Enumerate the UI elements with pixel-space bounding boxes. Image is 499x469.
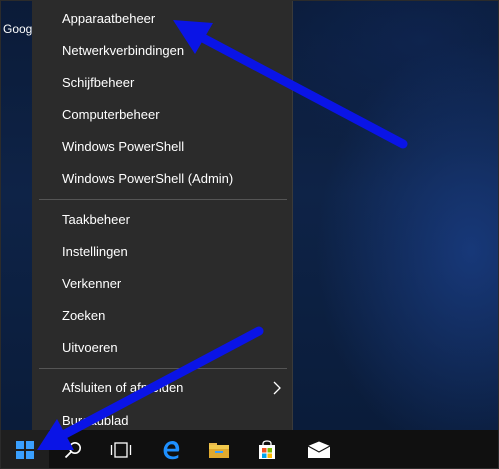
menu-item-label: Windows PowerShell (Admin): [62, 171, 234, 186]
search-icon: [64, 442, 81, 459]
mail-button[interactable]: [295, 430, 343, 468]
file-explorer-button[interactable]: [195, 430, 243, 468]
menu-item-apparaatbeheer[interactable]: Apparaatbeheer: [32, 3, 293, 35]
menu-item-label: Uitvoeren: [62, 340, 118, 355]
edge-button[interactable]: [147, 430, 195, 468]
chevron-right-icon: [273, 381, 281, 395]
menu-item-label: Verkenner: [62, 276, 122, 291]
taskbar: [1, 430, 498, 468]
menu-item-label: Instellingen: [62, 244, 128, 259]
menu-item-netwerkverbindingen[interactable]: Netwerkverbindingen: [32, 35, 293, 67]
menu-item-label: Schijfbeheer: [62, 75, 135, 90]
screenshot-frame: Goog Apparaatbeheer Netwerkverbindingen …: [0, 0, 499, 469]
menu-item-taakbeheer[interactable]: Taakbeheer: [32, 204, 293, 236]
menu-item-windows-powershell[interactable]: Windows PowerShell: [32, 131, 293, 163]
menu-item-label: Computerbeheer: [62, 107, 160, 122]
menu-separator: [39, 199, 287, 200]
menu-item-label: Afsluiten of afmelden: [62, 380, 184, 395]
menu-separator: [39, 368, 287, 369]
menu-item-uitvoeren[interactable]: Uitvoeren: [32, 332, 293, 364]
task-view-icon: [110, 442, 132, 458]
search-button[interactable]: [49, 430, 97, 468]
menu-item-computerbeheer[interactable]: Computerbeheer: [32, 99, 293, 131]
menu-item-label: Windows PowerShell: [62, 139, 185, 154]
store-icon: [259, 440, 275, 459]
menu-item-zoeken[interactable]: Zoeken: [32, 300, 293, 332]
desktop-icon-label[interactable]: Goog: [3, 22, 32, 36]
start-button[interactable]: [1, 430, 49, 468]
mail-icon: [307, 441, 331, 458]
edge-icon: [163, 441, 180, 460]
menu-item-schijfbeheer[interactable]: Schijfbeheer: [32, 67, 293, 99]
menu-item-label: Zoeken: [62, 308, 106, 323]
menu-item-label: Apparaatbeheer: [62, 11, 156, 26]
store-button[interactable]: [243, 430, 291, 468]
menu-item-verkenner[interactable]: Verkenner: [32, 268, 293, 300]
menu-item-instellingen[interactable]: Instellingen: [32, 236, 293, 268]
menu-item-windows-powershell-admin[interactable]: Windows PowerShell (Admin): [32, 163, 293, 195]
menu-item-afsluiten-of-afmelden[interactable]: Afsluiten of afmelden: [32, 372, 293, 404]
menu-item-label: Bureaublad: [62, 413, 129, 428]
power-user-menu: Apparaatbeheer Netwerkverbindingen Schij…: [32, 1, 293, 443]
menu-item-label: Netwerkverbindingen: [62, 43, 185, 58]
file-explorer-icon: [209, 443, 229, 458]
windows-start-icon: [16, 441, 34, 459]
task-view-button[interactable]: [97, 430, 145, 468]
menu-item-label: Taakbeheer: [62, 212, 130, 227]
